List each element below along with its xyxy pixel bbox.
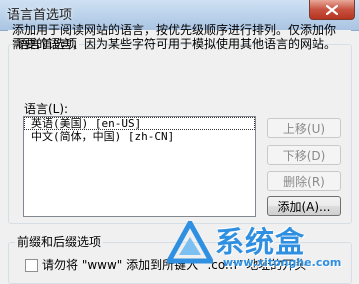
www-prefix-checkbox[interactable]: [25, 259, 38, 272]
language-item-en-us[interactable]: 英语(美国) [en-US]: [24, 117, 255, 130]
watermark-url: www.xitonghe.com: [223, 256, 342, 269]
prefix-group-label: 前缀和后缀选项: [15, 235, 104, 249]
language-list-label: 语言(L):: [24, 102, 69, 116]
language-item-zh-cn[interactable]: 中文(简体，中国) [zh-CN]: [24, 130, 255, 143]
move-up-button[interactable]: 上移(U): [267, 118, 341, 138]
language-listbox[interactable]: 英语(美国) [en-US] 中文(简体，中国) [zh-CN]: [23, 116, 256, 217]
triangle-logo-icon: [167, 221, 213, 264]
close-x-icon: [326, 4, 338, 15]
add-button[interactable]: 添加(A)...: [267, 196, 341, 216]
window-title: 语言首选项: [7, 8, 73, 23]
close-button[interactable]: [309, 0, 355, 20]
remove-button[interactable]: 删除(R): [267, 171, 341, 191]
watermark-text: 系统盒: [215, 225, 306, 259]
watermark: 系统盒 www.xitonghe.com: [165, 218, 359, 275]
language-description: 添加用于阅读网站的语言，按优先级顺序进行排列。仅添加你需要的语言，因为某些字符可…: [12, 23, 337, 51]
move-down-button[interactable]: 下移(D): [267, 145, 341, 165]
